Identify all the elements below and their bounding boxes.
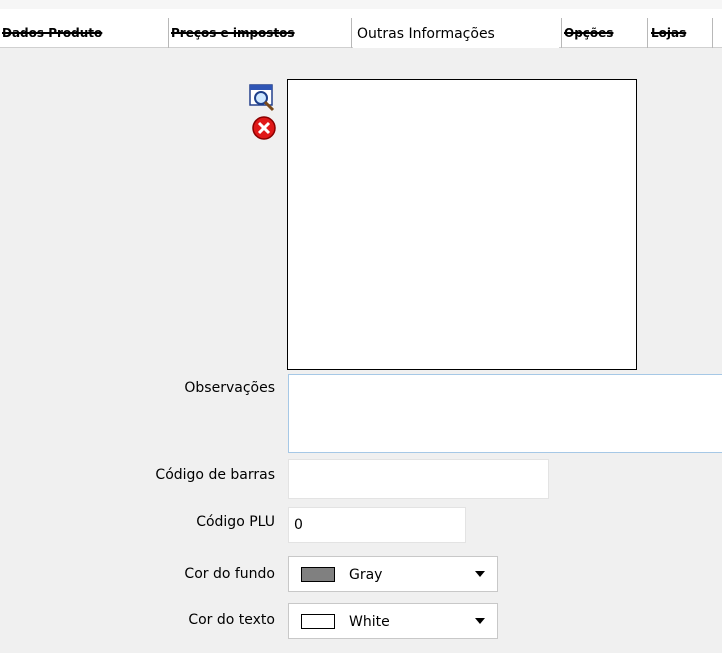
tab-lojas[interactable]: Lojas	[651, 20, 711, 47]
tab-dados-produto[interactable]: Dados Produto	[2, 20, 167, 47]
chevron-down-icon[interactable]	[475, 618, 485, 624]
tab-precos-impostos[interactable]: Preços e impostos	[171, 20, 350, 47]
cor-fundo-value: Gray	[349, 567, 383, 583]
codigo-barras-field[interactable]	[288, 459, 549, 499]
codigo-plu-field[interactable]: 0	[288, 507, 466, 543]
tab-separator	[712, 18, 713, 49]
codigo-barras-label: Código de barras	[155, 467, 275, 483]
observacoes-label: Observações	[184, 380, 275, 396]
observacoes-field[interactable]	[288, 374, 722, 453]
color-swatch	[301, 567, 335, 582]
tab-separator	[647, 18, 648, 49]
product-image-box[interactable]	[287, 79, 637, 370]
cor-texto-label: Cor do texto	[188, 612, 275, 628]
chevron-down-icon[interactable]	[475, 571, 485, 577]
cor-fundo-label: Cor do fundo	[184, 566, 275, 582]
red-x-delete-icon[interactable]	[251, 115, 277, 141]
tab-bar: Dados Produto Preços e impostos Outras I…	[0, 9, 722, 49]
magnifier-icon[interactable]	[249, 84, 277, 112]
tab-outras-informacoes[interactable]: Outras Informações	[353, 16, 559, 49]
codigo-plu-label: Código PLU	[196, 514, 275, 530]
cor-fundo-select[interactable]: Gray	[288, 556, 498, 592]
tab-separator	[561, 18, 562, 49]
cor-texto-value: White	[349, 614, 390, 630]
cor-texto-select[interactable]: White	[288, 603, 498, 639]
window-top-edge	[0, 0, 722, 9]
tab-separator	[351, 18, 352, 49]
color-swatch	[301, 614, 335, 629]
tab-opcoes[interactable]: Opções	[564, 20, 646, 47]
tab-separator	[168, 18, 169, 49]
